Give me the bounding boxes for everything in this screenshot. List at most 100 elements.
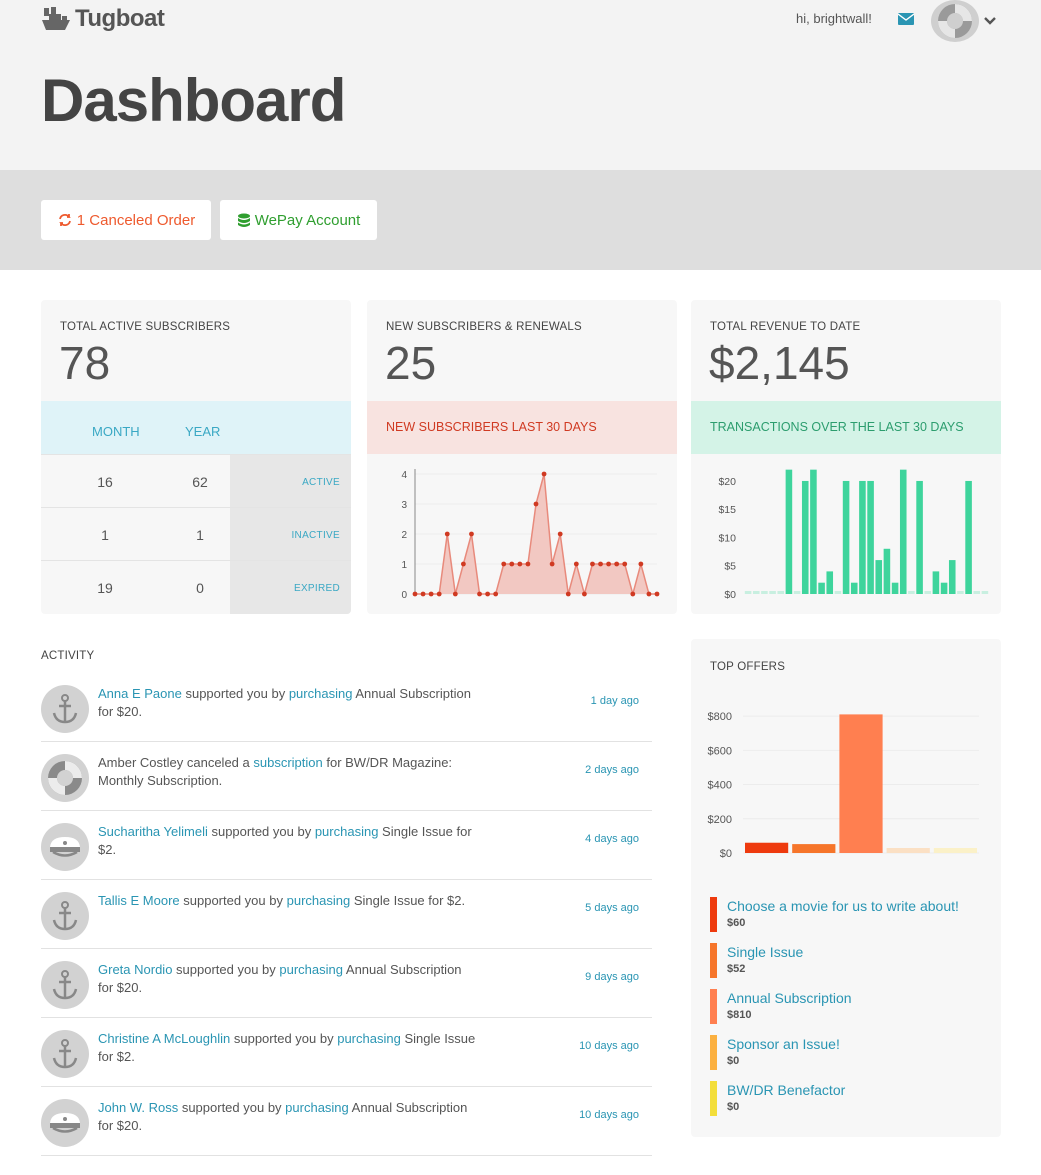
wepay-account-button[interactable]: WePay Account bbox=[220, 200, 377, 240]
data-point[interactable] bbox=[606, 561, 611, 567]
offer-item[interactable]: Single Issue $52 bbox=[710, 943, 990, 989]
offer-name[interactable]: BW/DR Benefactor bbox=[727, 1081, 990, 1099]
bar[interactable] bbox=[891, 582, 899, 594]
bar[interactable] bbox=[842, 480, 850, 594]
offer-name[interactable]: Annual Subscription bbox=[727, 989, 990, 1007]
offer-item[interactable]: Choose a movie for us to write about! $60 bbox=[710, 897, 990, 943]
bar[interactable] bbox=[744, 591, 752, 594]
activity-time[interactable]: 5 days ago bbox=[585, 902, 639, 914]
bar[interactable] bbox=[818, 582, 825, 594]
bar[interactable] bbox=[867, 480, 874, 594]
activity-time[interactable]: 4 days ago bbox=[585, 833, 639, 845]
bar[interactable] bbox=[948, 560, 956, 594]
data-point[interactable] bbox=[412, 591, 418, 597]
bar[interactable] bbox=[965, 480, 972, 594]
activity-link[interactable]: purchasing bbox=[285, 1100, 349, 1115]
tugboat-logo[interactable]: Tugboat bbox=[41, 5, 165, 33]
bar[interactable] bbox=[850, 582, 858, 594]
activity-link[interactable]: purchasing bbox=[279, 962, 343, 977]
data-point[interactable] bbox=[420, 591, 426, 597]
data-point[interactable] bbox=[654, 591, 660, 597]
bar[interactable] bbox=[932, 571, 940, 594]
bar[interactable] bbox=[899, 469, 907, 594]
data-point[interactable] bbox=[646, 591, 652, 597]
bar[interactable] bbox=[761, 591, 768, 594]
data-point[interactable] bbox=[436, 591, 442, 597]
activity-user-name[interactable]: Sucharitha Yelimeli bbox=[98, 824, 208, 839]
offer-item[interactable]: Sponsor an Issue! $0 bbox=[710, 1035, 990, 1081]
chevron-down-icon[interactable] bbox=[983, 16, 997, 26]
bar[interactable] bbox=[940, 582, 948, 594]
activity-link[interactable]: purchasing bbox=[315, 824, 379, 839]
activity-avatar[interactable] bbox=[41, 1099, 89, 1147]
offer-item[interactable]: Annual Subscription $810 bbox=[710, 989, 990, 1035]
bar[interactable] bbox=[875, 560, 883, 594]
offer-item[interactable]: BW/DR Benefactor $0 bbox=[710, 1081, 990, 1127]
bar[interactable] bbox=[859, 480, 866, 594]
activity-user-name[interactable]: Greta Nordio bbox=[98, 962, 172, 977]
offer-name[interactable]: Single Issue bbox=[727, 943, 990, 961]
data-point[interactable] bbox=[598, 561, 603, 567]
data-point[interactable] bbox=[469, 531, 474, 537]
bar[interactable] bbox=[886, 848, 930, 853]
bar[interactable] bbox=[801, 480, 809, 594]
bar[interactable] bbox=[924, 591, 932, 594]
data-point[interactable] bbox=[549, 561, 555, 567]
data-point[interactable] bbox=[517, 561, 523, 567]
activity-time[interactable]: 2 days ago bbox=[585, 764, 639, 776]
activity-avatar[interactable] bbox=[41, 1030, 89, 1078]
data-point[interactable] bbox=[493, 591, 499, 597]
activity-link[interactable]: purchasing bbox=[289, 686, 353, 701]
bar[interactable] bbox=[839, 714, 883, 853]
bar[interactable] bbox=[777, 591, 785, 594]
data-point[interactable] bbox=[485, 591, 490, 597]
data-point[interactable] bbox=[477, 591, 482, 597]
bar[interactable] bbox=[785, 469, 793, 594]
bar[interactable] bbox=[810, 469, 817, 594]
activity-avatar[interactable] bbox=[41, 961, 89, 1009]
bar[interactable] bbox=[793, 591, 801, 594]
bar[interactable] bbox=[981, 591, 989, 594]
canceled-order-button[interactable]: 1 Canceled Order bbox=[41, 200, 211, 240]
bar[interactable] bbox=[957, 591, 964, 594]
data-point[interactable] bbox=[461, 561, 466, 567]
activity-link[interactable]: subscription bbox=[253, 755, 322, 770]
data-point[interactable] bbox=[638, 561, 644, 567]
offer-name[interactable]: Sponsor an Issue! bbox=[727, 1035, 990, 1053]
data-point[interactable] bbox=[614, 561, 620, 567]
bar[interactable] bbox=[933, 848, 977, 853]
data-point[interactable] bbox=[630, 591, 636, 597]
bar[interactable] bbox=[792, 844, 836, 853]
offer-name[interactable]: Choose a movie for us to write about! bbox=[727, 897, 990, 915]
activity-user-name[interactable]: Christine A McLoughlin bbox=[98, 1031, 230, 1046]
bar[interactable] bbox=[826, 571, 834, 594]
activity-avatar[interactable] bbox=[41, 823, 89, 871]
bar[interactable] bbox=[769, 591, 776, 594]
activity-link[interactable]: purchasing bbox=[337, 1031, 401, 1046]
data-point[interactable] bbox=[501, 561, 507, 567]
bar[interactable] bbox=[973, 591, 981, 594]
activity-time[interactable]: 10 days ago bbox=[579, 1109, 639, 1121]
bar[interactable] bbox=[908, 591, 915, 594]
activity-avatar[interactable] bbox=[41, 754, 89, 802]
data-point[interactable] bbox=[590, 561, 595, 567]
data-point[interactable] bbox=[444, 531, 450, 537]
data-point[interactable] bbox=[509, 561, 515, 567]
activity-time[interactable]: 10 days ago bbox=[579, 1040, 639, 1052]
data-point[interactable] bbox=[452, 591, 458, 597]
user-avatar[interactable] bbox=[931, 0, 979, 42]
activity-avatar[interactable] bbox=[41, 685, 89, 733]
data-point[interactable] bbox=[533, 501, 539, 507]
data-point[interactable] bbox=[557, 531, 563, 537]
data-point[interactable] bbox=[525, 561, 531, 567]
activity-time[interactable]: 9 days ago bbox=[585, 971, 639, 983]
activity-time[interactable]: 1 day ago bbox=[591, 695, 639, 707]
activity-user-name[interactable]: John W. Ross bbox=[98, 1100, 178, 1115]
bar[interactable] bbox=[745, 842, 789, 853]
data-point[interactable] bbox=[622, 561, 628, 567]
activity-user-name[interactable]: Tallis E Moore bbox=[98, 893, 180, 908]
bar[interactable] bbox=[883, 548, 891, 594]
activity-avatar[interactable] bbox=[41, 892, 89, 940]
activity-link[interactable]: purchasing bbox=[287, 893, 351, 908]
bar[interactable] bbox=[834, 591, 842, 594]
